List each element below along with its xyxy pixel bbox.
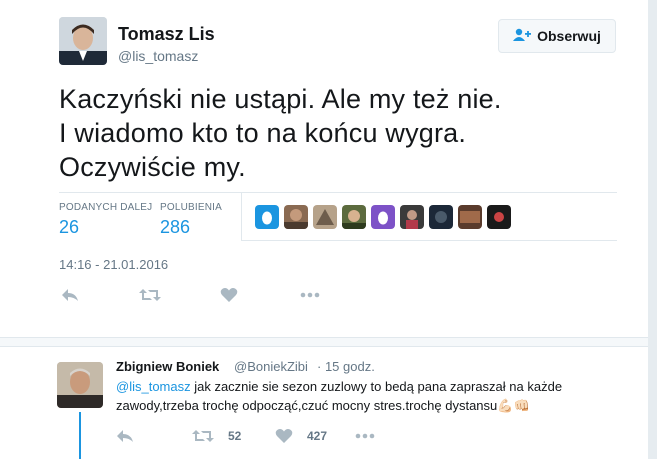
- stats-divider-bottom: [241, 240, 617, 241]
- egg-avatar[interactable]: [255, 205, 279, 229]
- retweets-label: PODANYCH DALEJ: [59, 202, 153, 213]
- liker-avatar[interactable]: [284, 205, 308, 229]
- follow-label: Obserwuj: [537, 28, 601, 44]
- thread-line: [79, 412, 81, 459]
- liker-avatar[interactable]: [429, 205, 453, 229]
- reply-author-avatar[interactable]: [57, 362, 103, 408]
- add-user-icon: [513, 28, 532, 45]
- reply-mention[interactable]: @lis_tomasz: [116, 379, 191, 394]
- retweet-icon[interactable]: [139, 287, 161, 303]
- liker-avatar[interactable]: [313, 205, 337, 229]
- retweets-stat[interactable]: PODANYCH DALEJ 26: [59, 202, 152, 238]
- reply-like-count: 427: [307, 429, 328, 443]
- reply-time[interactable]: · 15 godz.: [317, 359, 375, 374]
- retweets-count: 26: [59, 217, 80, 237]
- egg-avatar[interactable]: [371, 205, 395, 229]
- stats-separator: [241, 193, 242, 241]
- reply-retweet-count: 52: [228, 429, 242, 443]
- liker-avatar[interactable]: [487, 205, 511, 229]
- reply-retweet-icon[interactable]: 52: [192, 428, 241, 444]
- reply-emoji: 💪🏻👊🏻: [497, 398, 530, 413]
- likes-stat[interactable]: POLUBIENIA 286: [160, 202, 222, 238]
- liker-avatar[interactable]: [342, 205, 366, 229]
- reply-heart-icon[interactable]: 427: [275, 428, 327, 444]
- author-avatar[interactable]: [59, 17, 107, 65]
- heart-icon[interactable]: [220, 287, 238, 303]
- tweet-card: Tomasz Lis @lis_tomasz Obserwuj Kaczyńsk…: [0, 0, 648, 459]
- reply-reply-icon[interactable]: [116, 428, 134, 444]
- likes-label: POLUBIENIA: [160, 202, 223, 213]
- liker-avatar[interactable]: [400, 205, 424, 229]
- page-background: [648, 0, 657, 459]
- follow-button[interactable]: Obserwuj: [498, 19, 616, 53]
- replies-divider: [0, 337, 648, 347]
- tweet-text: Kaczyński nie ustąpi. Ale my też nie. I …: [59, 84, 502, 182]
- reply-more-icon[interactable]: [355, 428, 375, 444]
- more-icon[interactable]: [300, 287, 320, 303]
- reply-author-name[interactable]: Zbigniew Boniek: [116, 359, 219, 374]
- reply-text: @lis_tomasz jak zacznie sie sezon zuzlow…: [116, 377, 636, 415]
- stats-divider-top: [59, 192, 617, 193]
- author-name[interactable]: Tomasz Lis: [118, 24, 215, 45]
- likes-count: 286: [160, 217, 191, 237]
- author-handle[interactable]: @lis_tomasz: [118, 48, 198, 64]
- reply-icon[interactable]: [61, 287, 79, 303]
- reply-author-handle[interactable]: @BoniekZibi: [234, 359, 308, 374]
- tweet-timestamp[interactable]: 14:16 - 21.01.2016: [59, 257, 168, 272]
- liker-avatar[interactable]: [458, 205, 482, 229]
